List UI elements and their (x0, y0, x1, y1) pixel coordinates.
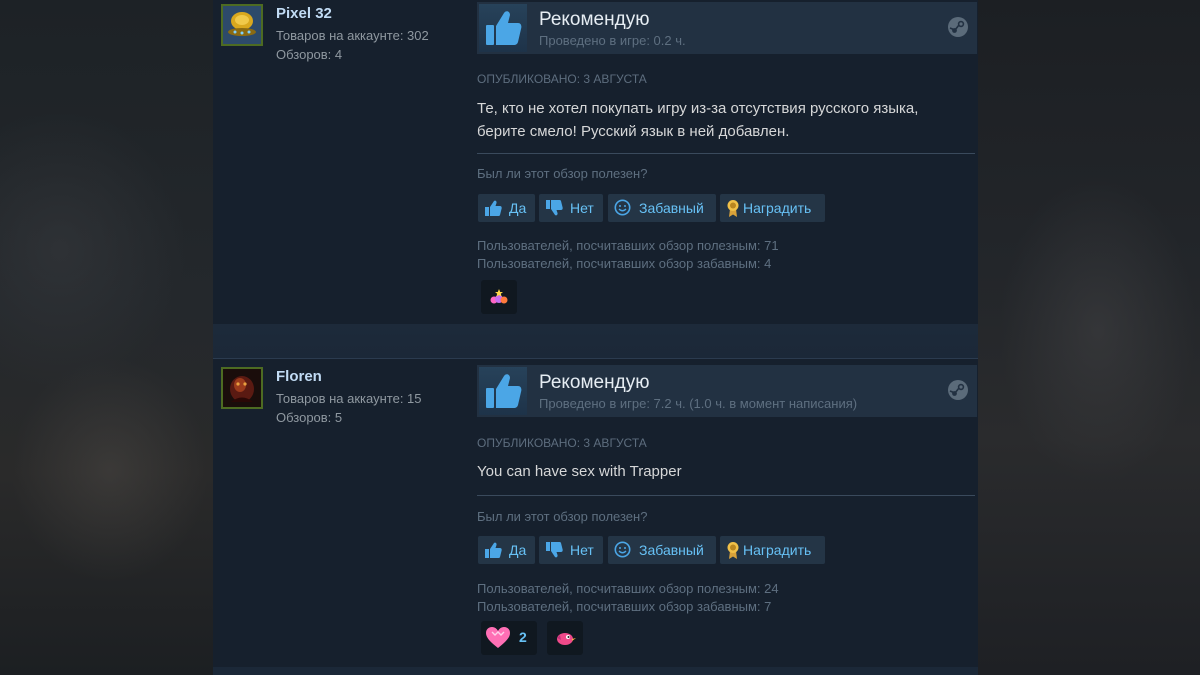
review-text-line: You can have sex with Trapper (477, 463, 682, 480)
award-button[interactable]: Наградить (720, 194, 825, 222)
vote-yes-button[interactable]: Да (478, 536, 535, 564)
reviews-count[interactable]: Обзоров: 4 (276, 47, 342, 62)
divider (477, 495, 975, 496)
vote-no-label: Нет (570, 542, 594, 558)
helpful-count: Пользователей, посчитавших обзор полезны… (477, 581, 779, 596)
divider (477, 153, 975, 154)
avatar-image (223, 6, 261, 44)
smiley-icon (614, 199, 631, 216)
award-ribbon-icon (727, 542, 739, 559)
page-background-left (0, 0, 215, 675)
vote-header[interactable]: Рекомендую Проведено в игре: 7.2 ч. (1.0… (477, 365, 977, 417)
award-label: Наградить (743, 200, 812, 216)
reviews-count[interactable]: Обзоров: 5 (276, 410, 342, 425)
review-separator (213, 324, 978, 358)
award-badge[interactable] (481, 280, 517, 314)
user-avatar[interactable] (221, 4, 263, 46)
heart-award-icon (486, 627, 510, 648)
thumb-down-small-icon (546, 542, 563, 558)
vote-header[interactable]: Рекомендую Проведено в игре: 0.2 ч. (477, 2, 977, 54)
vote-no-button[interactable]: Нет (539, 536, 603, 564)
review-card: Pixel 32 Товаров на аккаунте: 302 Обзоро… (213, 0, 978, 324)
award-emoticon-icon (490, 289, 508, 304)
award-label: Наградить (743, 542, 812, 558)
vote-funny-label: Забавный (639, 542, 704, 558)
thumb-down-small-icon (546, 200, 563, 216)
steam-logo-icon (948, 17, 968, 37)
smiley-icon (614, 541, 631, 558)
avatar-image (223, 369, 261, 407)
award-button[interactable]: Наградить (720, 536, 825, 564)
award-badge[interactable]: 2 (481, 621, 537, 655)
review-text-line: берите смело! Русский язык в ней добавле… (477, 123, 790, 140)
vote-yes-button[interactable]: Да (478, 194, 535, 222)
thumbs-up-icon (479, 367, 527, 415)
award-ribbon-icon (727, 200, 739, 217)
thumb-up-small-icon (485, 200, 502, 216)
review-text-line: Те, кто не хотел покупать игру из-за отс… (477, 100, 919, 117)
user-avatar[interactable] (221, 367, 263, 409)
vote-no-button[interactable]: Нет (539, 194, 603, 222)
helpful-question: Был ли этот обзор полезен? (477, 509, 648, 524)
vote-no-label: Нет (570, 200, 594, 216)
thumbs-up-icon (479, 4, 527, 52)
vote-yes-label: Да (509, 542, 527, 558)
posted-date: ОПУБЛИКОВАНО: 3 АВГУСТА (477, 436, 647, 450)
review-card: Floren Товаров на аккаунте: 15 Обзоров: … (213, 358, 978, 667)
funny-count: Пользователей, посчитавших обзор забавны… (477, 256, 772, 271)
funny-count: Пользователей, посчитавших обзор забавны… (477, 599, 772, 614)
playtime: Проведено в игре: 0.2 ч. (539, 33, 686, 48)
products-count[interactable]: Товаров на аккаунте: 302 (276, 28, 429, 43)
posted-date: ОПУБЛИКОВАНО: 3 АВГУСТА (477, 72, 647, 86)
helpful-count: Пользователей, посчитавших обзор полезны… (477, 238, 779, 253)
username-link[interactable]: Floren (276, 368, 322, 385)
vote-funny-button[interactable]: Забавный (608, 536, 716, 564)
vote-yes-label: Да (509, 200, 527, 216)
playtime: Проведено в игре: 7.2 ч. (1.0 ч. в момен… (539, 396, 858, 411)
thumb-up-small-icon (485, 542, 502, 558)
award-badge[interactable] (547, 621, 583, 655)
award-count: 2 (519, 629, 527, 645)
review-verdict: Рекомендую (539, 9, 650, 30)
vote-funny-button[interactable]: Забавный (608, 194, 716, 222)
steam-logo-icon (948, 380, 968, 400)
products-count[interactable]: Товаров на аккаунте: 15 (276, 391, 422, 406)
username-link[interactable]: Pixel 32 (276, 5, 332, 22)
page-background-right (977, 0, 1200, 675)
review-verdict: Рекомендую (539, 372, 650, 393)
helpful-question: Был ли этот обзор полезен? (477, 166, 648, 181)
vote-funny-label: Забавный (639, 200, 704, 216)
bird-award-icon (557, 633, 576, 645)
